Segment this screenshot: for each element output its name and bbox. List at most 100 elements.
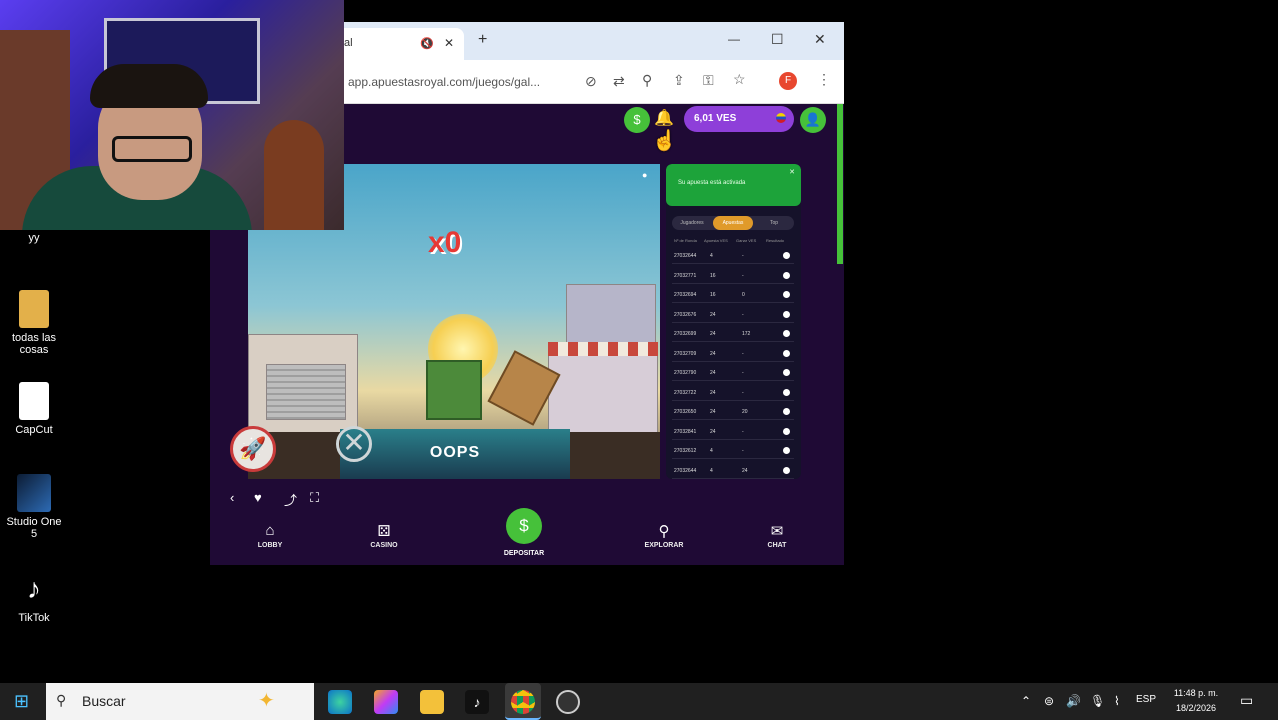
- search-icon: ⚲: [658, 523, 670, 540]
- nav-label: CASINO: [370, 542, 398, 549]
- bell-icon[interactable]: 🔔: [654, 108, 674, 128]
- zoom-icon[interactable]: ⚲: [642, 72, 652, 89]
- table-cell: 16: [710, 292, 716, 298]
- table-cell: -: [742, 350, 744, 357]
- mute-icon[interactable]: 🔇: [420, 37, 434, 50]
- dice-icon: ⚄: [377, 523, 391, 540]
- balance-pill[interactable]: 6,01 VES: [684, 106, 794, 132]
- nav-chat[interactable]: ✉ CHAT: [747, 522, 807, 549]
- heart-icon[interactable]: ♥: [254, 490, 262, 505]
- result-icon[interactable]: [783, 349, 790, 357]
- clock[interactable]: 11:48 p. m. 18/2/2026: [1166, 686, 1226, 716]
- deposit-icon: $: [506, 508, 542, 544]
- tab-top[interactable]: Top: [754, 216, 794, 230]
- result-icon[interactable]: [783, 466, 790, 474]
- obs-icon[interactable]: [556, 690, 580, 714]
- file-icon: [19, 382, 49, 420]
- table-cell: 4: [710, 253, 713, 259]
- result-icon[interactable]: [783, 330, 790, 337]
- nav-lobby[interactable]: ⌂ LOBBY: [240, 522, 300, 549]
- result-icon[interactable]: [783, 369, 790, 376]
- result-icon[interactable]: [783, 271, 790, 279]
- chair: [264, 120, 324, 230]
- network-icon[interactable]: ⊜: [1044, 694, 1054, 708]
- desktop-icon-todas-las-cosas[interactable]: todas las cosas: [4, 290, 64, 356]
- result-icon[interactable]: [783, 388, 790, 396]
- notice-close-icon[interactable]: ✕: [789, 168, 795, 176]
- desktop-icon-tiktok[interactable]: ♪ TikTok: [4, 570, 64, 624]
- copilot-icon[interactable]: [374, 690, 398, 714]
- menu-kebab-icon[interactable]: ⋮: [817, 71, 831, 88]
- tiktok-taskbar-icon[interactable]: ♪: [465, 690, 489, 714]
- notification-icon[interactable]: ▭: [1240, 692, 1253, 709]
- table-row: 27032699 24 172: [672, 326, 794, 342]
- result-icon[interactable]: [783, 427, 790, 435]
- multiplier: x0: [428, 226, 462, 259]
- table-cell: 24: [710, 428, 716, 435]
- mic-icon[interactable]: 🎙: [1090, 694, 1105, 708]
- user-button[interactable]: 👤: [800, 107, 826, 133]
- result-icon[interactable]: [783, 408, 790, 415]
- studio-one-icon: [17, 474, 51, 512]
- result-icon[interactable]: [783, 310, 790, 318]
- minimize-button[interactable]: —: [728, 32, 740, 46]
- home-icon: ⌂: [265, 522, 275, 539]
- chrome-taskbar-active[interactable]: [505, 683, 541, 720]
- table-cell: -: [742, 428, 744, 435]
- table-cell: 27032644: [674, 467, 697, 474]
- table-cell: 27032709: [674, 350, 697, 357]
- shop-awning: [548, 342, 658, 356]
- desktop-icon-yy[interactable]: yy: [4, 232, 64, 244]
- file-explorer-icon[interactable]: [420, 690, 444, 714]
- nav-explorar[interactable]: ⚲ EXPLORAR: [634, 522, 694, 549]
- new-tab-button[interactable]: +: [478, 31, 487, 49]
- fullscreen-icon[interactable]: ⛶: [310, 490, 319, 506]
- install-icon[interactable]: ⇪: [673, 72, 685, 89]
- table-cell: 27032612: [674, 448, 697, 454]
- tab-apuestas[interactable]: Apuestas: [713, 216, 753, 230]
- search-placeholder: Buscar: [82, 693, 126, 709]
- table-cell: -: [742, 448, 744, 454]
- translate-icon[interactable]: ⇄: [613, 73, 625, 90]
- tab-jugadores[interactable]: Jugadores: [672, 216, 712, 230]
- wifi-icon[interactable]: ⌇: [1114, 694, 1120, 708]
- close-button[interactable]: ✕: [814, 31, 826, 48]
- maximize-button[interactable]: ☐: [771, 31, 784, 48]
- result-icon[interactable]: [783, 291, 790, 298]
- table-cell: 4: [710, 467, 713, 474]
- info-icon[interactable]: ●: [642, 170, 647, 180]
- profile-avatar[interactable]: F: [779, 72, 797, 90]
- table-cell: 27032790: [674, 370, 697, 376]
- desktop-icon-studio-one[interactable]: Studio One 5: [4, 474, 64, 540]
- nav-casino[interactable]: ⚄ CASINO: [354, 522, 414, 549]
- table-cell: -: [742, 272, 744, 279]
- password-key-icon[interactable]: ⚿: [703, 72, 714, 89]
- table-row: 27032694 16 0: [672, 287, 794, 303]
- balance-amount: 6,01 VES: [694, 113, 737, 124]
- rocket-icon[interactable]: 🚀: [230, 426, 276, 472]
- back-chevron-icon[interactable]: ‹: [230, 490, 234, 505]
- share-icon[interactable]: ⤴: [284, 490, 297, 509]
- url-field[interactable]: app.apuestasroyal.com/juegos/gal...: [348, 68, 588, 96]
- scrollbar[interactable]: [837, 104, 843, 264]
- chat-icon: ✉: [770, 523, 784, 540]
- browser-tab[interactable]: al 🔇 ✕: [334, 28, 464, 60]
- windows-start-icon[interactable]: ⊞: [14, 691, 29, 712]
- taskbar-search[interactable]: ⚲ Buscar ✦: [46, 683, 314, 720]
- table-row: 27032644 4 -: [672, 248, 794, 264]
- desktop-icon-capcut[interactable]: CapCut: [4, 382, 64, 436]
- nav-depositar[interactable]: $ DEPOSITAR: [500, 508, 548, 557]
- bet-active-notice: Su apuesta está activada ✕: [666, 164, 801, 206]
- deposit-quick-button[interactable]: $: [624, 107, 650, 133]
- tab-close-icon[interactable]: ✕: [444, 36, 454, 50]
- chrome-icon: [511, 690, 535, 714]
- volume-icon[interactable]: 🔊: [1066, 694, 1081, 708]
- result-icon[interactable]: [783, 252, 790, 259]
- tray-chevron-icon[interactable]: ⌃: [1021, 694, 1031, 708]
- edge-icon[interactable]: [328, 690, 352, 714]
- bookmark-star-icon[interactable]: ☆: [733, 71, 746, 88]
- language-indicator[interactable]: ESP: [1136, 694, 1156, 705]
- result-icon[interactable]: [783, 447, 790, 454]
- table-cell: 24: [742, 467, 748, 474]
- no-tracking-icon[interactable]: ⊘: [585, 73, 597, 90]
